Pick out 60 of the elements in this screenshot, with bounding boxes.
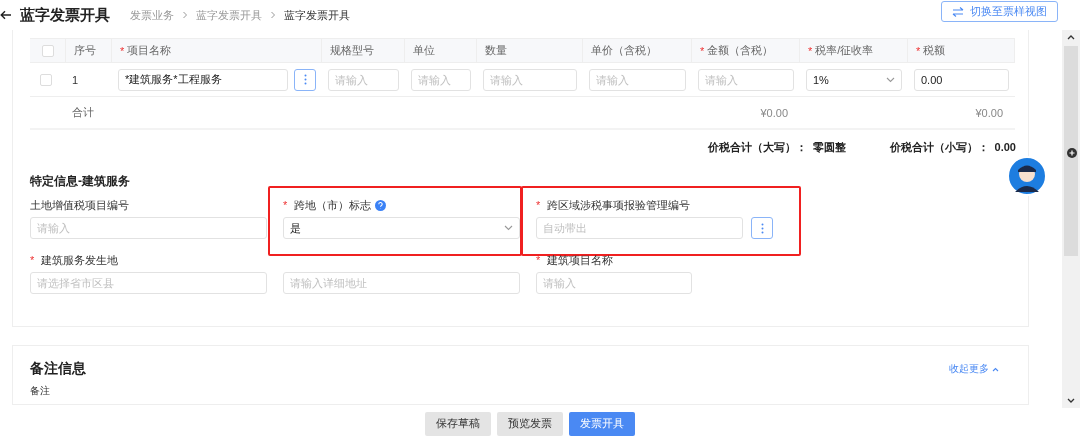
column-header: 单价（含税） [591, 43, 657, 58]
swap-icon [952, 6, 964, 17]
total-tax: ¥0.00 [975, 106, 1003, 119]
chevron-up-icon[interactable] [1067, 34, 1076, 40]
section-title: 特定信息-建筑服务 [30, 173, 131, 190]
section-title: 备注信息 [30, 360, 86, 378]
column-header: 税率/征收率 [815, 43, 874, 58]
field-label: 土地增值税项目编号 [30, 197, 129, 213]
select-all-checkbox[interactable] [42, 44, 54, 57]
column-header: 税额 [923, 43, 946, 58]
column-header: 单位 [413, 43, 435, 58]
field-label: 建筑服务发生地 [41, 252, 119, 268]
row-index: 1 [72, 73, 79, 86]
chevron-down-icon [886, 76, 895, 83]
chevron-right-icon [270, 11, 276, 19]
column-header: 序号 [74, 43, 96, 58]
field-label: 跨区域涉税事项报验管理编号 [547, 197, 691, 213]
footer-button[interactable]: 预览发票 [497, 411, 563, 436]
text-input[interactable]: 0.00 [914, 68, 1009, 91]
row-checkbox[interactable] [40, 73, 52, 86]
more-button[interactable] [751, 217, 773, 239]
breadcrumb-link[interactable]: 蓝字发票开具 [284, 7, 350, 23]
text-input[interactable]: *建筑服务*工程服务 [118, 68, 288, 91]
column-header: 金额（含税） [707, 43, 774, 58]
price-tax-total: 价税合计（小写）： 0.00 [889, 140, 1016, 155]
footer-button[interactable]: 保存草稿 [425, 411, 491, 436]
help-icon[interactable] [375, 199, 387, 211]
switch-view-button[interactable]: 切换至票样视图 [941, 1, 1058, 22]
page-title: 蓝字发票开具 [20, 5, 110, 25]
field-label: 跨地（市）标志 [294, 197, 372, 213]
column-header: 项目名称 [127, 43, 172, 58]
price-tax-total: 价税合计（大写）： 零圆整 [707, 140, 846, 155]
more-dots-icon [303, 74, 307, 85]
required-mark: * [536, 199, 541, 211]
required-mark: * [808, 44, 813, 57]
field-label: 建筑项目名称 [547, 252, 614, 268]
column-header: 规格型号 [330, 43, 374, 58]
chevron-down-icon [504, 225, 513, 231]
rate-select[interactable]: 1% [806, 68, 902, 91]
required-mark: * [916, 44, 921, 57]
caret-up-icon [992, 367, 999, 372]
collapse-link[interactable]: 收起更多 [949, 362, 999, 376]
add-icon[interactable] [1067, 148, 1077, 158]
more-dots-icon [760, 222, 764, 234]
required-mark: * [700, 44, 705, 57]
required-mark: * [283, 199, 288, 211]
chevron-down-icon[interactable] [1067, 398, 1076, 404]
required-mark: * [120, 44, 125, 57]
field-label: 备注 [30, 384, 51, 398]
column-header: 数量 [485, 43, 507, 58]
total-label: 合计 [72, 105, 94, 120]
avatar-icon[interactable] [1007, 156, 1047, 196]
more-button[interactable] [294, 68, 316, 91]
total-amount: ¥0.00 [760, 106, 788, 119]
required-mark: * [30, 254, 35, 266]
scrollbar[interactable] [1062, 30, 1080, 408]
required-mark: * [536, 254, 541, 266]
chevron-right-icon [182, 11, 188, 19]
flag-select[interactable]: 是 [283, 217, 520, 239]
back-arrow-icon[interactable] [0, 10, 12, 20]
